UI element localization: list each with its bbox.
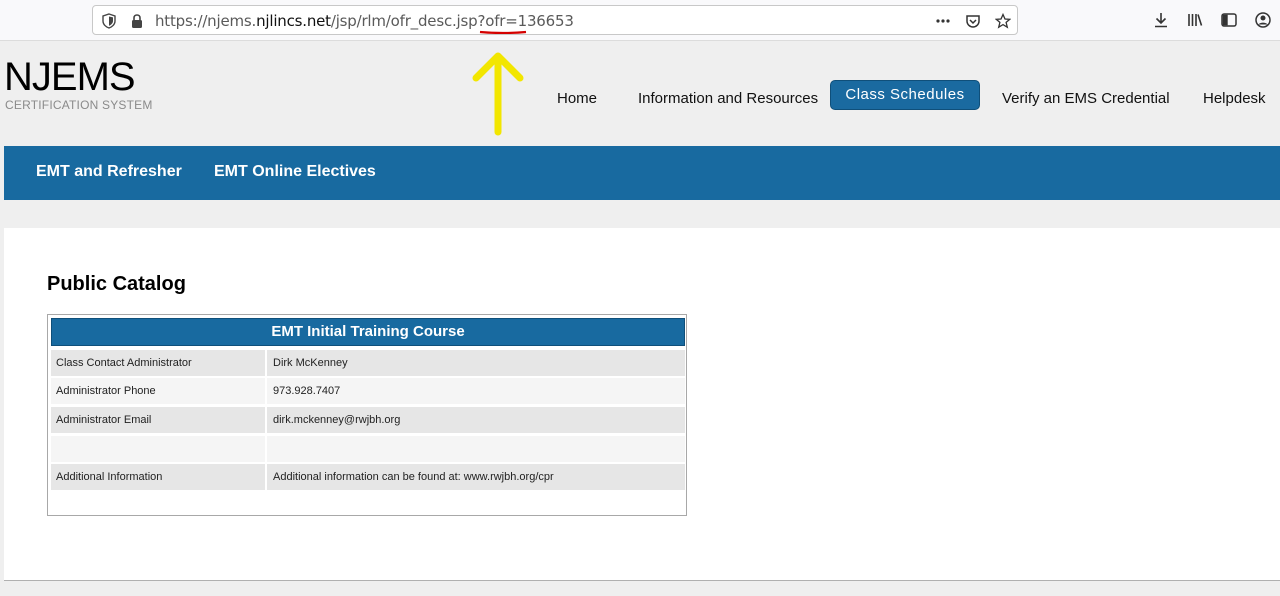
url-prefix: https://njems. bbox=[155, 12, 257, 30]
row-label: Class Contact Administrator bbox=[51, 350, 265, 376]
main-content: Public Catalog EMT Initial Training Cour… bbox=[4, 228, 1280, 581]
row-value: Dirk McKenney bbox=[267, 350, 685, 376]
catalog-table: EMT Initial Training Course Class Contac… bbox=[47, 314, 687, 516]
table-row: Administrator Email dirk.mckenney@rwjbh.… bbox=[51, 407, 685, 433]
row-value: Additional information can be found at: … bbox=[267, 464, 685, 490]
row-value: dirk.mckenney@rwjbh.org bbox=[267, 407, 685, 433]
row-label: Administrator Phone bbox=[51, 378, 265, 404]
page-title: Public Catalog bbox=[47, 273, 186, 295]
sub-navigation-bar: EMT and Refresher EMT Online Electives bbox=[4, 146, 1280, 200]
bookmark-star-icon[interactable] bbox=[994, 12, 1012, 29]
table-row: Additional Information Additional inform… bbox=[51, 464, 685, 490]
row-label bbox=[51, 436, 265, 462]
yellow-arrow-annotation bbox=[472, 52, 524, 136]
nav-verify-credential[interactable]: Verify an EMS Credential bbox=[1002, 90, 1170, 107]
library-icon[interactable] bbox=[1186, 11, 1204, 29]
table-row: Class Contact Administrator Dirk McKenne… bbox=[51, 350, 685, 376]
nav-helpdesk[interactable]: Helpdesk bbox=[1203, 90, 1266, 107]
browser-toolbar: https://njems.njlincs.net/jsp/rlm/ofr_de… bbox=[0, 0, 1280, 41]
nav-class-schedules[interactable]: Class Schedules bbox=[830, 80, 980, 110]
row-value bbox=[267, 436, 685, 462]
subnav-emt-refresher[interactable]: EMT and Refresher bbox=[36, 163, 182, 181]
table-row: Administrator Phone 973.928.7407 bbox=[51, 378, 685, 404]
url-text[interactable]: https://njems.njlincs.net/jsp/rlm/ofr_de… bbox=[155, 12, 574, 30]
subnav-emt-online-electives[interactable]: EMT Online Electives bbox=[214, 163, 376, 181]
table-row bbox=[51, 436, 685, 462]
row-value: 973.928.7407 bbox=[267, 378, 685, 404]
account-icon[interactable] bbox=[1254, 11, 1272, 29]
lock-icon[interactable] bbox=[129, 13, 145, 29]
row-label: Additional Information bbox=[51, 464, 265, 490]
nav-home[interactable]: Home bbox=[557, 90, 597, 107]
red-underline-annotation bbox=[479, 30, 527, 34]
url-ofr-param: 136653 bbox=[517, 12, 574, 30]
site-logo-subtitle: CERTIFICATION SYSTEM bbox=[5, 98, 153, 112]
site-logo-title[interactable]: NJEMS bbox=[4, 55, 136, 100]
download-icon[interactable] bbox=[1152, 11, 1170, 29]
shield-icon[interactable] bbox=[101, 13, 117, 29]
course-title: EMT Initial Training Course bbox=[51, 318, 685, 346]
pocket-icon[interactable] bbox=[965, 13, 981, 29]
url-domain: njlincs.net bbox=[256, 12, 331, 30]
address-bar[interactable]: https://njems.njlincs.net/jsp/rlm/ofr_de… bbox=[92, 5, 1018, 35]
row-label: Administrator Email bbox=[51, 407, 265, 433]
sidebar-icon[interactable] bbox=[1220, 11, 1238, 29]
url-path: /jsp/rlm/ofr_desc.jsp?ofr= bbox=[330, 12, 518, 30]
nav-information-resources[interactable]: Information and Resources bbox=[638, 90, 818, 107]
more-options-icon[interactable] bbox=[935, 13, 951, 29]
